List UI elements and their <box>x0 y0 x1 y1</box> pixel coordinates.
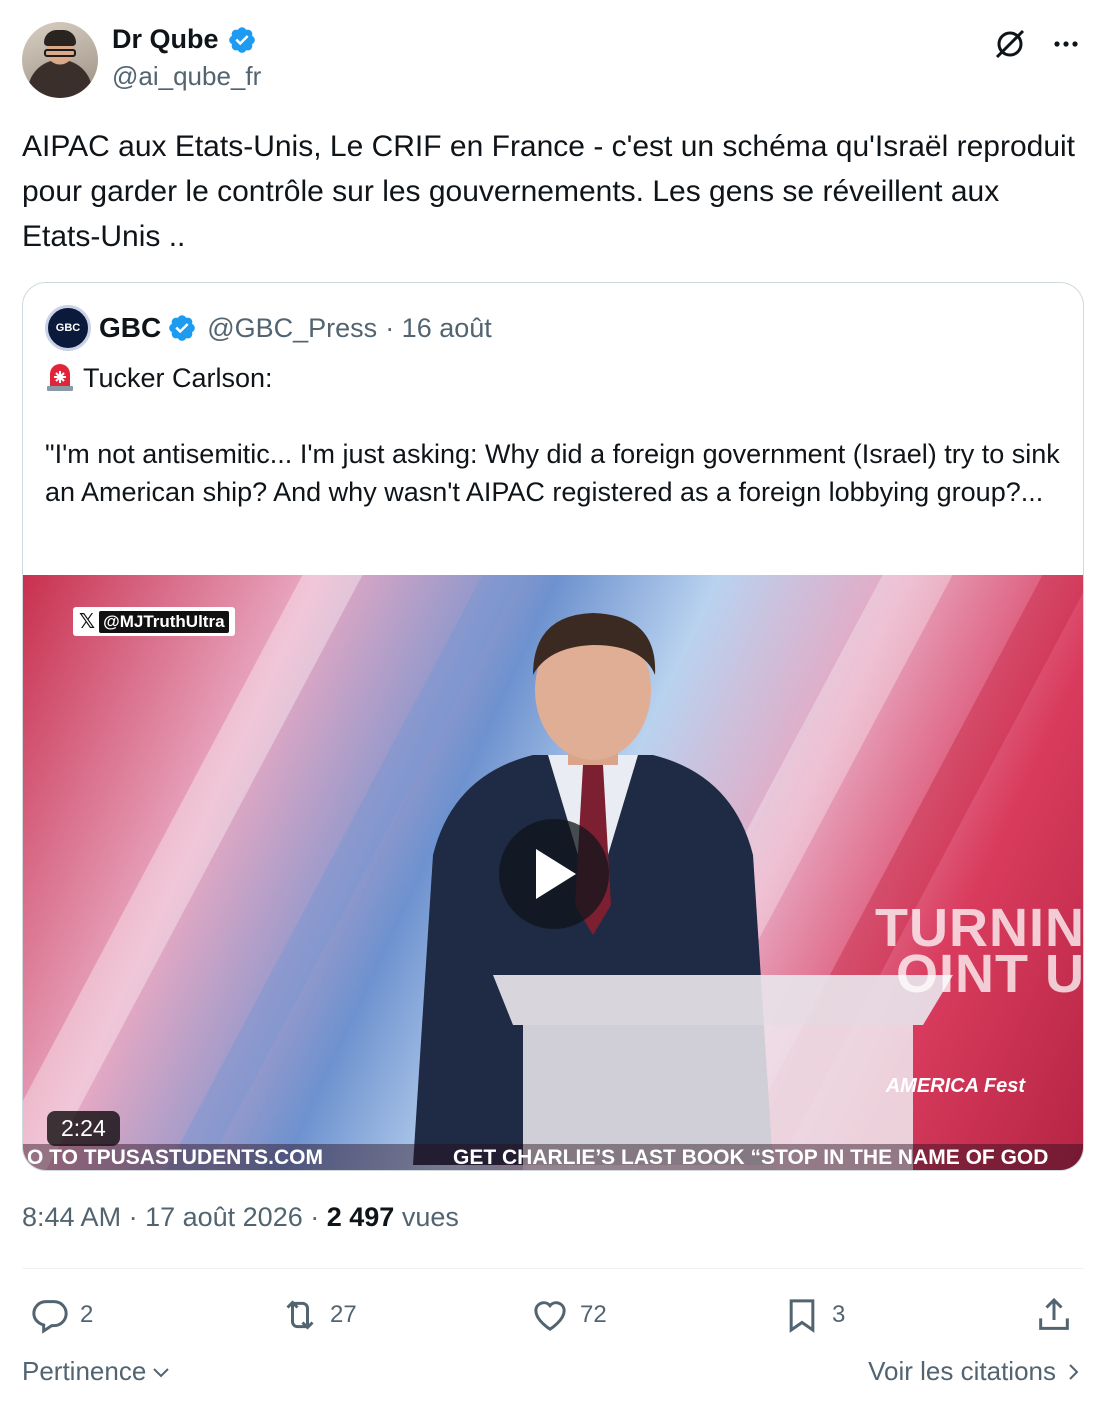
repost-button[interactable]: 27 <box>280 1290 357 1340</box>
quoted-author-handle[interactable]: @GBC_Press <box>207 313 377 344</box>
more-options-icon[interactable] <box>1048 26 1084 62</box>
quoted-tweet-body: "I'm not antisemitic... I'm just asking:… <box>45 439 1060 507</box>
tweet-text: AIPAC aux Etats-Unis, Le CRIF en France … <box>22 130 1076 253</box>
repost-icon <box>286 1300 314 1330</box>
author-avatar[interactable] <box>22 22 98 98</box>
author-display-name[interactable]: Dr Qube <box>112 24 219 55</box>
quoted-tweet[interactable]: GBC GBC @GBC_Press · 16 août Tucker Carl… <box>22 282 1084 1171</box>
video-watermark: 𝕏 @MJTruthUltra <box>73 607 235 636</box>
quoted-author-avatar[interactable]: GBC <box>45 305 91 351</box>
event-brand-logo: AMERICA Fest <box>885 1075 1025 1097</box>
reply-button[interactable]: 2 <box>30 1290 93 1340</box>
ticker-right-text: GET CHARLIE’S LAST BOOK “STOP IN THE NAM… <box>453 1146 1049 1169</box>
share-button[interactable] <box>1034 1290 1074 1340</box>
x-logo-icon: 𝕏 <box>79 611 96 633</box>
quoted-author-display-name[interactable]: GBC <box>99 312 161 344</box>
sort-dropdown[interactable]: Pertinence <box>22 1356 172 1387</box>
view-quotes-label: Voir les citations <box>868 1356 1056 1386</box>
tweet-actions: 2 27 72 3 <box>22 1290 1084 1340</box>
quoted-tweet-heading: Tucker Carlson: <box>83 363 273 393</box>
bookmark-count: 3 <box>832 1301 846 1328</box>
play-icon <box>536 849 576 899</box>
share-icon <box>1039 1297 1069 1330</box>
video-player[interactable]: TURNIN OINT U AMERICA Fest 𝕏 @MJTruthUlt… <box>23 575 1084 1170</box>
like-button[interactable]: 72 <box>530 1290 607 1340</box>
quoted-tweet-header: GBC GBC @GBC_Press · 16 août <box>45 305 492 351</box>
watermark-handle: @MJTruthUltra <box>99 610 229 633</box>
quoted-tweet-date[interactable]: · 16 août <box>385 313 492 344</box>
author-names: Dr Qube @ai_qube_fr <box>112 24 261 92</box>
reply-count: 2 <box>80 1301 94 1328</box>
chevron-down-icon <box>153 1367 170 1377</box>
bookmark-button[interactable]: 3 <box>782 1290 845 1340</box>
verified-badge-icon <box>228 26 255 53</box>
grok-icon[interactable] <box>992 26 1028 62</box>
tweet-metadata: 8:44 AM · 17 août 2026 · 2 497 vues <box>22 1202 459 1233</box>
repost-count: 27 <box>330 1301 357 1328</box>
video-ticker: O TO TPUSASTUDENTS.COM GET CHARLIE’S LAS… <box>23 1144 1083 1170</box>
play-button[interactable] <box>499 819 609 929</box>
sort-label: Pertinence <box>22 1356 147 1386</box>
stage-sign-text: TURNIN OINT U <box>875 898 1084 1004</box>
views-label: vues <box>401 1202 459 1232</box>
ticker-left-text: O TO TPUSASTUDENTS.COM <box>27 1146 323 1169</box>
like-count: 72 <box>580 1301 607 1328</box>
tweet-header: Dr Qube @ai_qube_fr <box>22 22 1086 102</box>
divider <box>22 1268 1084 1269</box>
video-duration: 2:24 <box>47 1111 120 1146</box>
bookmark-icon <box>789 1299 815 1333</box>
quoted-tweet-text: Tucker Carlson: "I'm not antisemitic... … <box>45 359 1065 511</box>
author-display-name-row[interactable]: Dr Qube <box>112 24 261 55</box>
reply-icon <box>32 1300 68 1334</box>
tweet-top-actions <box>992 26 1084 62</box>
chevron-right-icon <box>1069 1363 1079 1380</box>
tweet-time[interactable]: 8:44 AM <box>22 1202 121 1232</box>
verified-badge-icon <box>169 315 196 341</box>
author-handle[interactable]: @ai_qube_fr <box>112 61 261 92</box>
siren-emoji-icon <box>47 364 73 391</box>
view-count: 2 497 <box>326 1202 395 1232</box>
replies-footer: Pertinence Voir les citations <box>22 1356 1084 1396</box>
heart-icon <box>534 1301 566 1331</box>
view-quotes-link[interactable]: Voir les citations <box>868 1356 1084 1387</box>
tweet-date[interactable]: · 17 août 2026 · <box>129 1202 320 1232</box>
